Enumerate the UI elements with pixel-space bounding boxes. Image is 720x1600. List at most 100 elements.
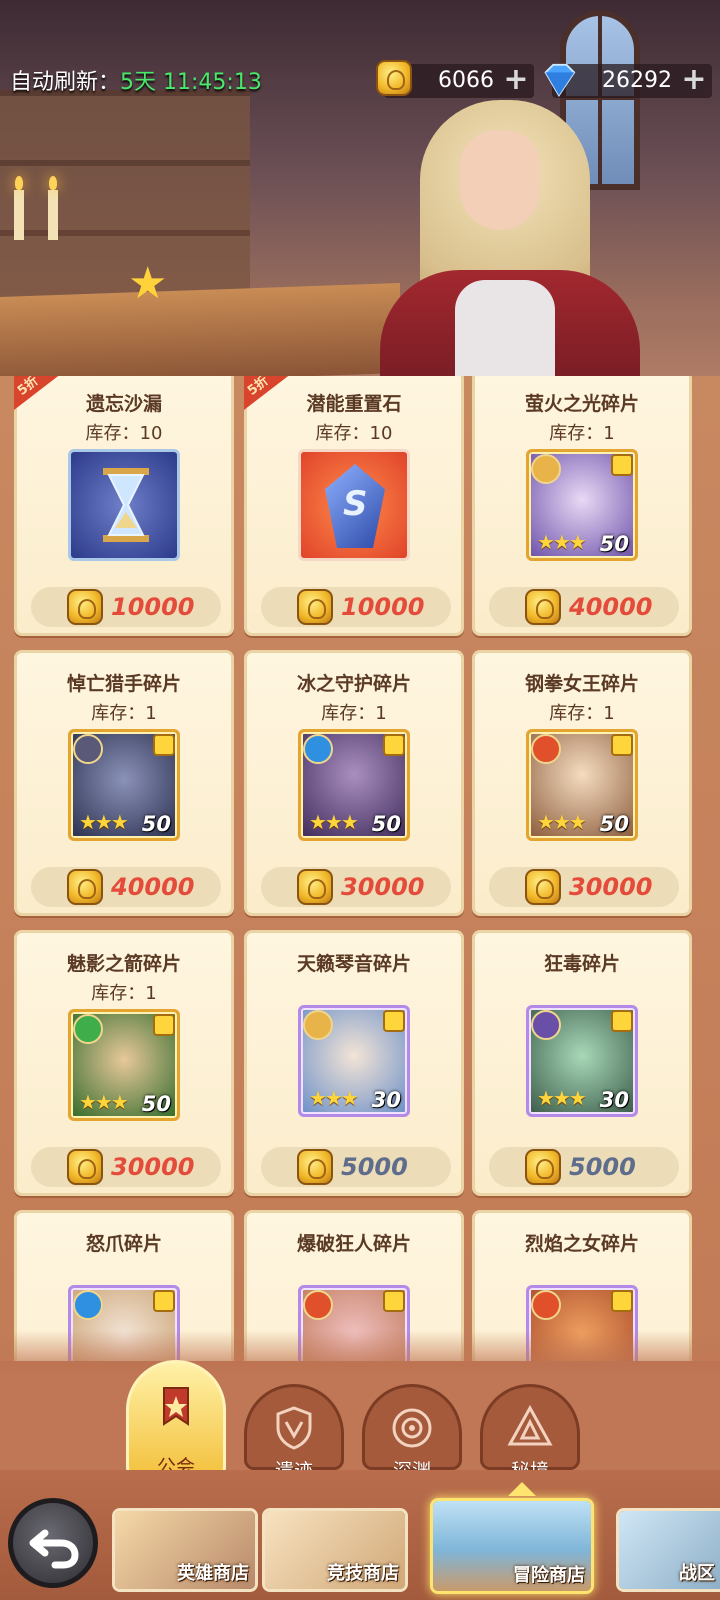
shop-item-card[interactable]: 悼亡猎手碎片 库存：1 ★★★ 50 40000 <box>14 650 234 916</box>
shop-item-card[interactable]: 天籁琴音碎片 ★★★ 30 5000 <box>244 930 464 1196</box>
back-button[interactable] <box>8 1498 98 1588</box>
guild-banner-icon <box>163 1387 189 1426</box>
hero-level: 50 <box>371 812 401 836</box>
shard-icon <box>611 454 633 476</box>
item-stock: 库存：10 <box>85 423 163 444</box>
shop-item-card[interactable]: 钢拳女王碎片 库存：1 ★★★ 50 30000 <box>472 650 692 916</box>
hero-level: 30 <box>371 1088 401 1112</box>
item-name: 怒爪碎片 <box>85 1233 162 1255</box>
shard-icon <box>611 1010 633 1032</box>
water-element-icon <box>303 734 333 764</box>
tile-label: 英雄商店 <box>177 1563 249 1584</box>
hero-portrait: ★★★ 50 <box>526 729 638 841</box>
item-name: 天籁琴音碎片 <box>296 953 411 975</box>
refresh-label: 自动刷新： <box>10 70 121 95</box>
dark-element-icon <box>531 1010 561 1040</box>
reset-stone-icon <box>298 449 410 561</box>
price-tag: 5000 <box>489 1147 679 1187</box>
arena-shop-tab[interactable]: 竞技商店 <box>262 1508 408 1592</box>
ruins-shield-icon <box>276 1406 312 1450</box>
hero-level: 50 <box>141 1092 171 1116</box>
hero-level: 50 <box>599 812 629 836</box>
shard-icon <box>153 1290 175 1312</box>
dark-element-icon <box>73 734 103 764</box>
item-stock: 库存：1 <box>91 983 157 1004</box>
price-tag: 10000 <box>31 587 221 627</box>
hero-portrait: ★★★ 50 <box>298 729 410 841</box>
star-rating: ★★★ <box>79 810 129 834</box>
item-name: 魅影之箭碎片 <box>66 953 181 975</box>
item-name: 钢拳女王碎片 <box>524 673 639 695</box>
item-stock: 库存：1 <box>549 703 615 724</box>
tile-label: 战区 <box>679 1563 715 1584</box>
light-element-icon <box>531 454 561 484</box>
gold-coin-icon <box>525 869 561 905</box>
tile-label: 冒险商店 <box>513 1565 585 1586</box>
refresh-countdown: 5天 11:45:13 <box>120 70 262 95</box>
candle-decoration <box>48 176 58 240</box>
gem-amount: 26292 <box>602 68 672 93</box>
add-gem-button[interactable]: + <box>680 65 708 95</box>
gold-amount: 6066 <box>438 68 494 93</box>
price-tag: 30000 <box>31 1147 221 1187</box>
diamond-icon <box>544 63 576 97</box>
secret-realm-icon <box>507 1404 553 1446</box>
shop-item-card[interactable]: 魅影之箭碎片 库存：1 ★★★ 50 30000 <box>14 930 234 1196</box>
shard-icon <box>611 1290 633 1312</box>
tab-abyss[interactable]: 深渊 <box>356 1360 468 1482</box>
star-rating: ★★★ <box>79 1090 129 1114</box>
item-price: 40000 <box>111 873 195 901</box>
shop-item-card[interactable]: 5折 潜能重置石 库存：10 10000 <box>244 376 464 636</box>
hero-level: 50 <box>141 812 171 836</box>
item-name: 遗忘沙漏 <box>85 393 162 415</box>
gold-coin-icon <box>67 589 103 625</box>
tile-label: 竞技商店 <box>327 1563 399 1584</box>
item-stock: 库存：1 <box>91 703 157 724</box>
gold-coin-icon <box>67 869 103 905</box>
desk-decoration <box>0 283 400 380</box>
hero-portrait: ★★★ 30 <box>298 1005 410 1117</box>
tab-secret-realm[interactable]: 秘境 <box>474 1360 586 1482</box>
gem-currency: 26292 + <box>544 63 712 98</box>
item-name: 潜能重置石 <box>306 393 402 415</box>
gold-coin-icon <box>525 1149 561 1185</box>
shard-icon <box>153 1014 175 1036</box>
star-rating: ★★★ <box>309 810 359 834</box>
gold-currency: 6066 + <box>376 60 534 98</box>
shop-item-card[interactable]: 狂毒碎片 ★★★ 30 5000 <box>472 930 692 1196</box>
star-rating: ★★★ <box>537 810 587 834</box>
shard-icon <box>611 734 633 756</box>
item-stock: 库存：1 <box>321 703 387 724</box>
item-price: 5000 <box>341 1153 408 1181</box>
shop-item-card[interactable]: 冰之守护碎片 库存：1 ★★★ 50 30000 <box>244 650 464 916</box>
star-rating: ★★★ <box>537 1086 587 1110</box>
star-rating: ★★★ <box>537 530 587 554</box>
tab-ruins[interactable]: 遗迹 <box>238 1360 350 1482</box>
abyss-vortex-icon <box>392 1408 432 1448</box>
shop-item-grid: 5折 遗忘沙漏 库存：10 10000 5折 潜能重置石 库存：10 10000 <box>0 376 720 1361</box>
tab-guild[interactable]: 公会 <box>120 1360 232 1478</box>
light-element-icon <box>303 1010 333 1040</box>
item-stock: 库存：1 <box>549 423 615 444</box>
item-price: 5000 <box>569 1153 636 1181</box>
shard-icon <box>383 1290 405 1312</box>
war-zone-shop-tab[interactable]: 战区 <box>616 1508 720 1592</box>
hero-level: 30 <box>599 1088 629 1112</box>
item-name: 萤火之光碎片 <box>524 393 639 415</box>
item-name: 烈焰之女碎片 <box>524 1233 639 1255</box>
price-tag: 40000 <box>31 867 221 907</box>
gold-coin-icon <box>525 589 561 625</box>
gold-coin-icon <box>297 589 333 625</box>
shop-item-card[interactable]: 萤火之光碎片 库存：1 ★★★ 50 40000 <box>472 376 692 636</box>
item-price: 10000 <box>111 593 195 621</box>
candle-decoration <box>14 176 24 240</box>
item-name: 冰之守护碎片 <box>296 673 411 695</box>
add-gold-button[interactable]: + <box>502 65 530 95</box>
hero-shop-tab[interactable]: 英雄商店 <box>112 1508 258 1592</box>
wind-element-icon <box>73 1014 103 1044</box>
shop-item-card[interactable]: 5折 遗忘沙漏 库存：10 10000 <box>14 376 234 636</box>
fire-element-icon <box>303 1290 333 1320</box>
fire-element-icon <box>531 1290 561 1320</box>
price-tag: 5000 <box>261 1147 451 1187</box>
adventure-shop-tab[interactable]: 冒险商店 <box>430 1498 594 1594</box>
